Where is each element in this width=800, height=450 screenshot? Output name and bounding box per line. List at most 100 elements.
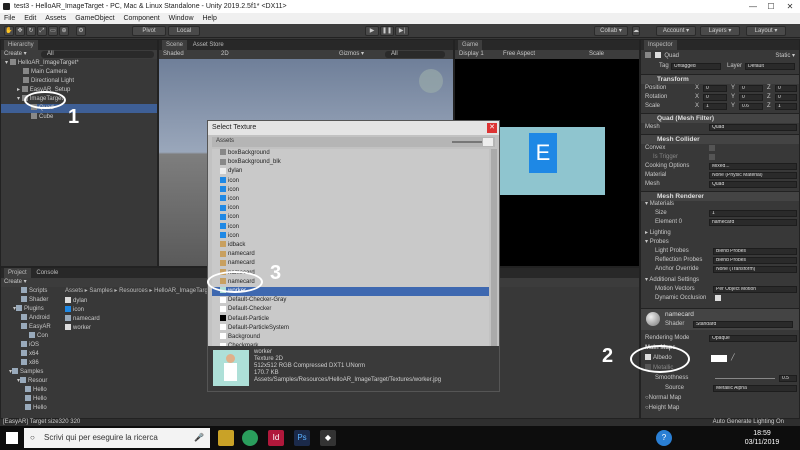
tree-item[interactable]: Android <box>1 314 61 323</box>
layers-dropdown[interactable]: Layers ▾ <box>700 26 740 36</box>
convex-checkbox[interactable] <box>709 145 715 151</box>
breadcrumb-item[interactable]: HelloAR_ImageTarget <box>154 288 213 294</box>
clock[interactable]: 18:59 03/11/2019 <box>742 429 782 447</box>
chrome-icon[interactable] <box>242 430 258 446</box>
account-dropdown[interactable]: Account ▾ <box>656 26 696 36</box>
project-create-button[interactable]: Create ▾ <box>4 279 27 285</box>
scene-root-row[interactable]: ▾ HelloAR_ImageTarget* <box>1 59 157 68</box>
additional-settings-foldout[interactable]: ▾ Additional Settings <box>645 276 795 285</box>
light-probes-dropdown[interactable]: Blend Probes <box>713 248 797 255</box>
asset-item[interactable]: icon <box>65 306 185 315</box>
menu-window[interactable]: Window <box>169 15 194 22</box>
indesign-icon[interactable]: Id <box>268 430 284 446</box>
motion-vectors-dropdown[interactable]: Per Object Motion <box>713 286 797 293</box>
tag-dropdown[interactable]: Untagged <box>671 63 721 70</box>
breadcrumb-item[interactable]: Assets <box>65 288 83 294</box>
hierarchy-item-directional-light[interactable]: Directional Light <box>1 77 157 86</box>
gizmos-dropdown[interactable]: Gizmos ▾ <box>339 50 364 59</box>
menu-assets[interactable]: Assets <box>45 15 66 22</box>
albedo-color-swatch[interactable] <box>711 355 727 362</box>
collider-mesh-field[interactable]: Quad <box>709 181 797 188</box>
anchor-override-field[interactable]: None (Transform) <box>713 266 797 273</box>
tree-item[interactable]: x86 <box>1 359 61 368</box>
dialog-scrollbar[interactable] <box>491 149 497 374</box>
menu-help[interactable]: Help <box>202 15 216 22</box>
custom-tool-icon[interactable]: ⚙ <box>76 26 86 36</box>
texture-list-item[interactable]: icon <box>212 177 489 186</box>
scale-y[interactable]: 0.6 <box>739 103 763 110</box>
active-checkbox[interactable] <box>654 52 661 59</box>
source-dropdown[interactable]: Metallic Alpha <box>713 385 797 392</box>
tree-item[interactable]: Hello <box>1 386 61 395</box>
scene-search-input[interactable]: All <box>385 51 445 58</box>
rotation-z[interactable]: 0 <box>775 94 797 101</box>
rendering-mode-dropdown[interactable]: Opaque <box>709 335 797 342</box>
reflection-probes-dropdown[interactable]: Blend Probes <box>713 257 797 264</box>
hierarchy-item-main-camera[interactable]: Main Camera <box>1 68 157 77</box>
tree-item[interactable]: Scripts <box>1 287 61 296</box>
mesh-filter-header[interactable]: Quad (Mesh Filter) <box>641 113 799 123</box>
play-icon[interactable]: ▶ <box>365 26 379 36</box>
dialog-close-button[interactable]: ✕ <box>487 123 497 133</box>
collider-material-field[interactable]: None (Physic Material) <box>709 172 797 179</box>
texture-list-item[interactable]: icon <box>212 204 489 213</box>
texture-list-item[interactable]: boxBackground <box>212 149 489 158</box>
tree-item[interactable]: EasyAR <box>1 323 61 332</box>
taskbar-search-input[interactable]: ○ Scrivi qui per eseguire la ricerca 🎤 <box>24 428 210 448</box>
asset-item[interactable]: dylan <box>65 297 185 306</box>
tree-item[interactable]: Hello <box>1 395 61 404</box>
rotation-x[interactable]: 0 <box>703 94 727 101</box>
icon-size-slider[interactable] <box>452 141 482 143</box>
texture-list-item[interactable]: Default-Checker <box>212 305 489 314</box>
mesh-collider-header[interactable]: Mesh Collider <box>641 134 799 144</box>
tree-item[interactable]: Shader <box>1 296 61 305</box>
texture-list-item[interactable]: icon <box>212 213 489 222</box>
texture-list-item[interactable]: icon <box>212 186 489 195</box>
pause-icon[interactable]: ❚❚ <box>380 26 394 36</box>
eyedropper-icon[interactable]: ╱ <box>731 354 735 363</box>
tree-item[interactable]: ▾ Plugins <box>1 305 61 314</box>
transform-tool-icon[interactable]: ⊕ <box>59 26 69 36</box>
cloud-icon[interactable]: ☁ <box>632 26 640 36</box>
layer-dropdown[interactable]: Default <box>745 63 795 70</box>
texture-list-item[interactable]: dylan <box>212 167 489 176</box>
tab-game[interactable]: Game <box>458 40 483 50</box>
microphone-icon[interactable]: 🎤 <box>194 428 204 448</box>
2d-toggle[interactable]: 2D <box>221 50 229 59</box>
pivot-toggle[interactable]: Pivot <box>132 26 166 36</box>
mesh-filter-field[interactable]: Quad <box>709 124 797 131</box>
texture-list-item[interactable]: Default-Checker-Gray <box>212 296 489 305</box>
tab-project[interactable]: Project <box>4 268 31 278</box>
lighting-foldout[interactable]: ▸ Lighting <box>645 229 795 238</box>
is-trigger-checkbox[interactable] <box>709 154 715 160</box>
local-toggle[interactable]: Local <box>168 26 200 36</box>
position-y[interactable]: 0 <box>739 85 763 92</box>
texture-list-item[interactable]: boxBackground_blk <box>212 158 489 167</box>
tab-console[interactable]: Console <box>32 270 58 276</box>
texture-list-item[interactable]: Background <box>212 333 489 342</box>
texture-list-item[interactable]: icon <box>212 232 489 241</box>
dynamic-occlusion-checkbox[interactable] <box>715 295 721 301</box>
asset-item[interactable]: worker <box>65 324 185 333</box>
tab-asset-store[interactable]: Asset Store <box>189 42 224 48</box>
material-header[interactable]: namecard Shader Standard <box>641 308 799 330</box>
status-message[interactable]: [EasyAR] Target size320 320 <box>0 419 80 425</box>
materials-size-field[interactable]: 1 <box>709 210 797 217</box>
position-z[interactable]: 0 <box>775 85 797 92</box>
scene-gizmo-icon[interactable] <box>419 69 443 93</box>
layout-dropdown[interactable]: Layout ▾ <box>746 26 786 36</box>
scale-slider-label[interactable]: Scale <box>589 50 604 59</box>
menu-file[interactable]: File <box>4 15 15 22</box>
static-dropdown[interactable]: Static ▾ <box>775 52 795 61</box>
tree-item[interactable]: iOS <box>1 341 61 350</box>
tab-hierarchy[interactable]: Hierarchy <box>4 40 38 50</box>
scale-x[interactable]: 1 <box>703 103 727 110</box>
menu-edit[interactable]: Edit <box>24 15 36 22</box>
texture-list-item[interactable]: idback <box>212 241 489 250</box>
shading-mode-dropdown[interactable]: Shaded <box>163 51 184 57</box>
breadcrumb-item[interactable]: Samples <box>89 288 112 294</box>
rotate-tool-icon[interactable]: ↻ <box>26 26 36 36</box>
minimize-button[interactable]: — <box>744 0 762 13</box>
tree-item[interactable]: Con <box>1 332 61 341</box>
asset-item[interactable]: namecard <box>65 315 185 324</box>
